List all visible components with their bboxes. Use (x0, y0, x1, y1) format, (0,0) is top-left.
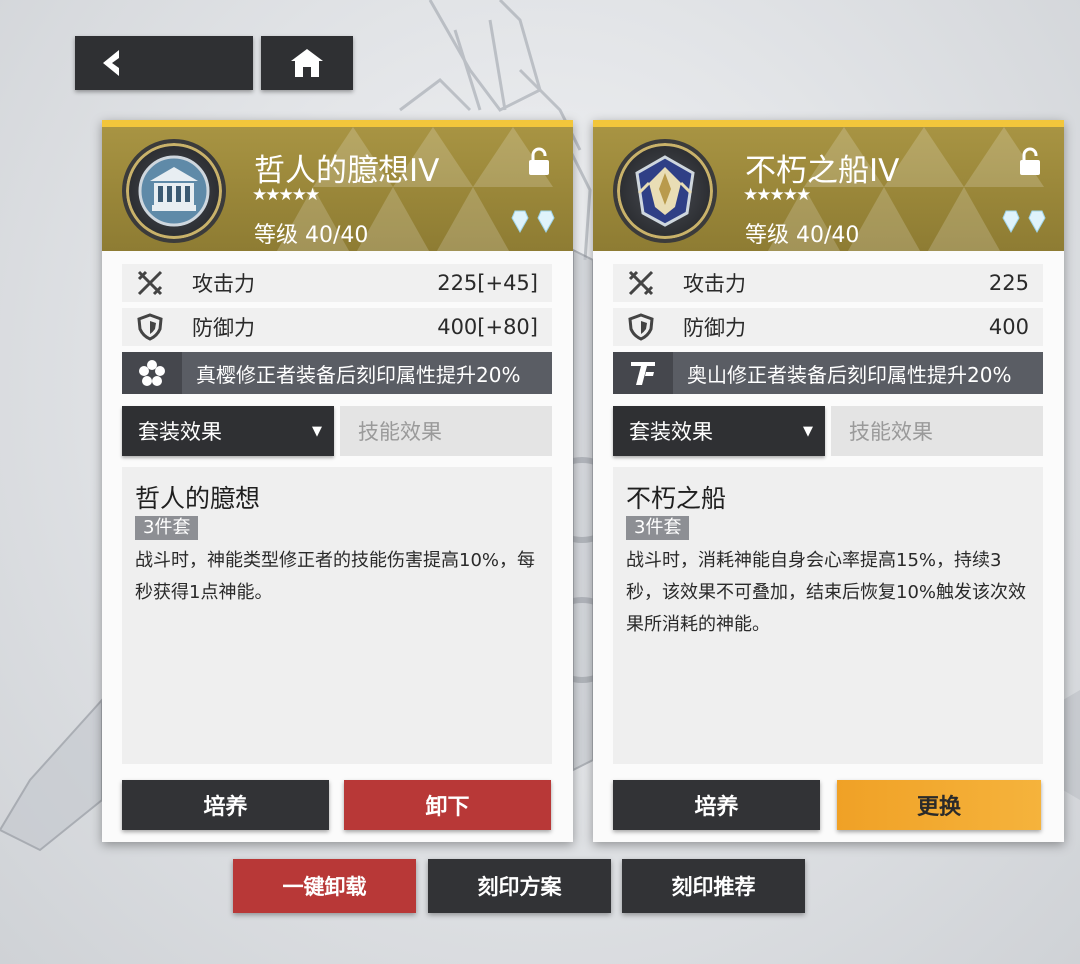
train-button[interactable]: 培养 (122, 780, 329, 830)
item-level: 等级 40/40 (745, 223, 860, 248)
character-bonus: 奥山修正者装备后刻印属性提升20% (613, 352, 1043, 394)
stat-value: 400[+80] (437, 315, 538, 339)
unlock-icon[interactable] (1018, 147, 1042, 177)
diamond-icon (1028, 210, 1046, 233)
stat-row-attack: 攻击力 225 (613, 264, 1043, 302)
tab-set-effect[interactable]: 套装效果 ▼ (122, 406, 334, 456)
diamond-icon (537, 210, 555, 233)
philosopher-emblem-icon (138, 155, 210, 227)
tab-skill-effect[interactable]: 技能效果 (340, 406, 552, 456)
stat-label: 防御力 (192, 316, 255, 340)
character-bonus: 真樱修正者装备后刻印属性提升20% (122, 352, 552, 394)
stat-row-defense: 防御力 400 (613, 308, 1043, 346)
defense-icon (628, 313, 654, 341)
diamond-icon (511, 210, 529, 233)
stat-row-defense: 防御力 400[+80] (122, 308, 552, 346)
tab-label: 技能效果 (358, 420, 442, 444)
set-piece-badge: 3件套 (135, 516, 199, 540)
card-header: 不朽之船IV ★★★★★ 等级 40/40 (593, 120, 1064, 251)
rarity-stars: ★★★★★ (252, 185, 320, 205)
stat-row-attack: 攻击力 225[+45] (122, 264, 552, 302)
gem-slots (511, 209, 555, 233)
sakura-icon (139, 360, 165, 386)
item-name: 哲人的臆想IV (254, 153, 440, 189)
caret-down-icon: ▼ (312, 423, 322, 439)
attack-icon (137, 270, 163, 296)
bonus-text: 真樱修正者装备后刻印属性提升20% (196, 362, 521, 387)
attack-icon (628, 270, 654, 296)
sakura-icon-box (122, 352, 182, 394)
home-button[interactable] (261, 36, 353, 90)
chevron-left-icon (103, 50, 119, 76)
unlock-icon[interactable] (527, 147, 551, 177)
stat-value: 400 (988, 315, 1029, 339)
olympus-icon (631, 362, 655, 385)
stat-label: 攻击力 (192, 272, 255, 296)
unequip-button[interactable]: 卸下 (344, 780, 551, 830)
effect-description: 哲人的臆想 3件套 战斗时，神能类型修正者的技能伤害提高10%，每秒获得1点神能… (122, 467, 552, 764)
item-level: 等级 40/40 (254, 223, 369, 248)
set-effect-text: 战斗时，消耗神能自身会心率提高15%，持续3秒，该效果不可叠加，结束后恢复10%… (626, 550, 1027, 635)
olympus-icon-box (613, 352, 673, 394)
unload-all-button[interactable]: 一键卸载 (233, 859, 416, 913)
card-header: 哲人的臆想IV ★★★★★ 等级 40/40 (102, 120, 573, 251)
home-icon (291, 49, 323, 77)
rarity-stars: ★★★★★ (743, 185, 811, 205)
tab-label: 技能效果 (849, 420, 933, 444)
train-button[interactable]: 培养 (613, 780, 820, 830)
engraving-recommend-button[interactable]: 刻印推荐 (622, 859, 805, 913)
set-piece-badge: 3件套 (626, 516, 690, 540)
tab-label: 套装效果 (629, 420, 713, 444)
set-effect-text: 战斗时，神能类型修正者的技能伤害提高10%，每秒获得1点神能。 (135, 550, 536, 603)
tab-set-effect[interactable]: 套装效果 ▼ (613, 406, 825, 456)
back-button[interactable] (75, 36, 253, 90)
ship-emblem-icon (635, 155, 695, 227)
stat-value: 225 (988, 271, 1029, 295)
diamond-icon (1002, 210, 1020, 233)
equipped-card: 哲人的臆想IV ★★★★★ 等级 40/40 攻击力 225[+45] 防御力 … (102, 120, 573, 842)
engraving-plan-button[interactable]: 刻印方案 (428, 859, 611, 913)
item-emblem[interactable] (122, 139, 226, 243)
tab-label: 套装效果 (138, 420, 222, 444)
set-name: 不朽之船 (626, 484, 727, 513)
gem-slots (1002, 209, 1046, 233)
candidate-card: 不朽之船IV ★★★★★ 等级 40/40 攻击力 225 防御力 400 奥山… (593, 120, 1064, 842)
bonus-text: 奥山修正者装备后刻印属性提升20% (687, 362, 1012, 387)
set-name: 哲人的臆想 (135, 484, 261, 513)
replace-button[interactable]: 更换 (837, 780, 1041, 830)
effect-description: 不朽之船 3件套 战斗时，消耗神能自身会心率提高15%，持续3秒，该效果不可叠加… (613, 467, 1043, 764)
defense-icon (137, 313, 163, 341)
stat-label: 防御力 (683, 316, 746, 340)
item-emblem[interactable] (613, 139, 717, 243)
tab-skill-effect[interactable]: 技能效果 (831, 406, 1043, 456)
caret-down-icon: ▼ (803, 423, 813, 439)
stat-label: 攻击力 (683, 272, 746, 296)
item-name: 不朽之船IV (745, 153, 900, 189)
stat-value: 225[+45] (437, 271, 538, 295)
